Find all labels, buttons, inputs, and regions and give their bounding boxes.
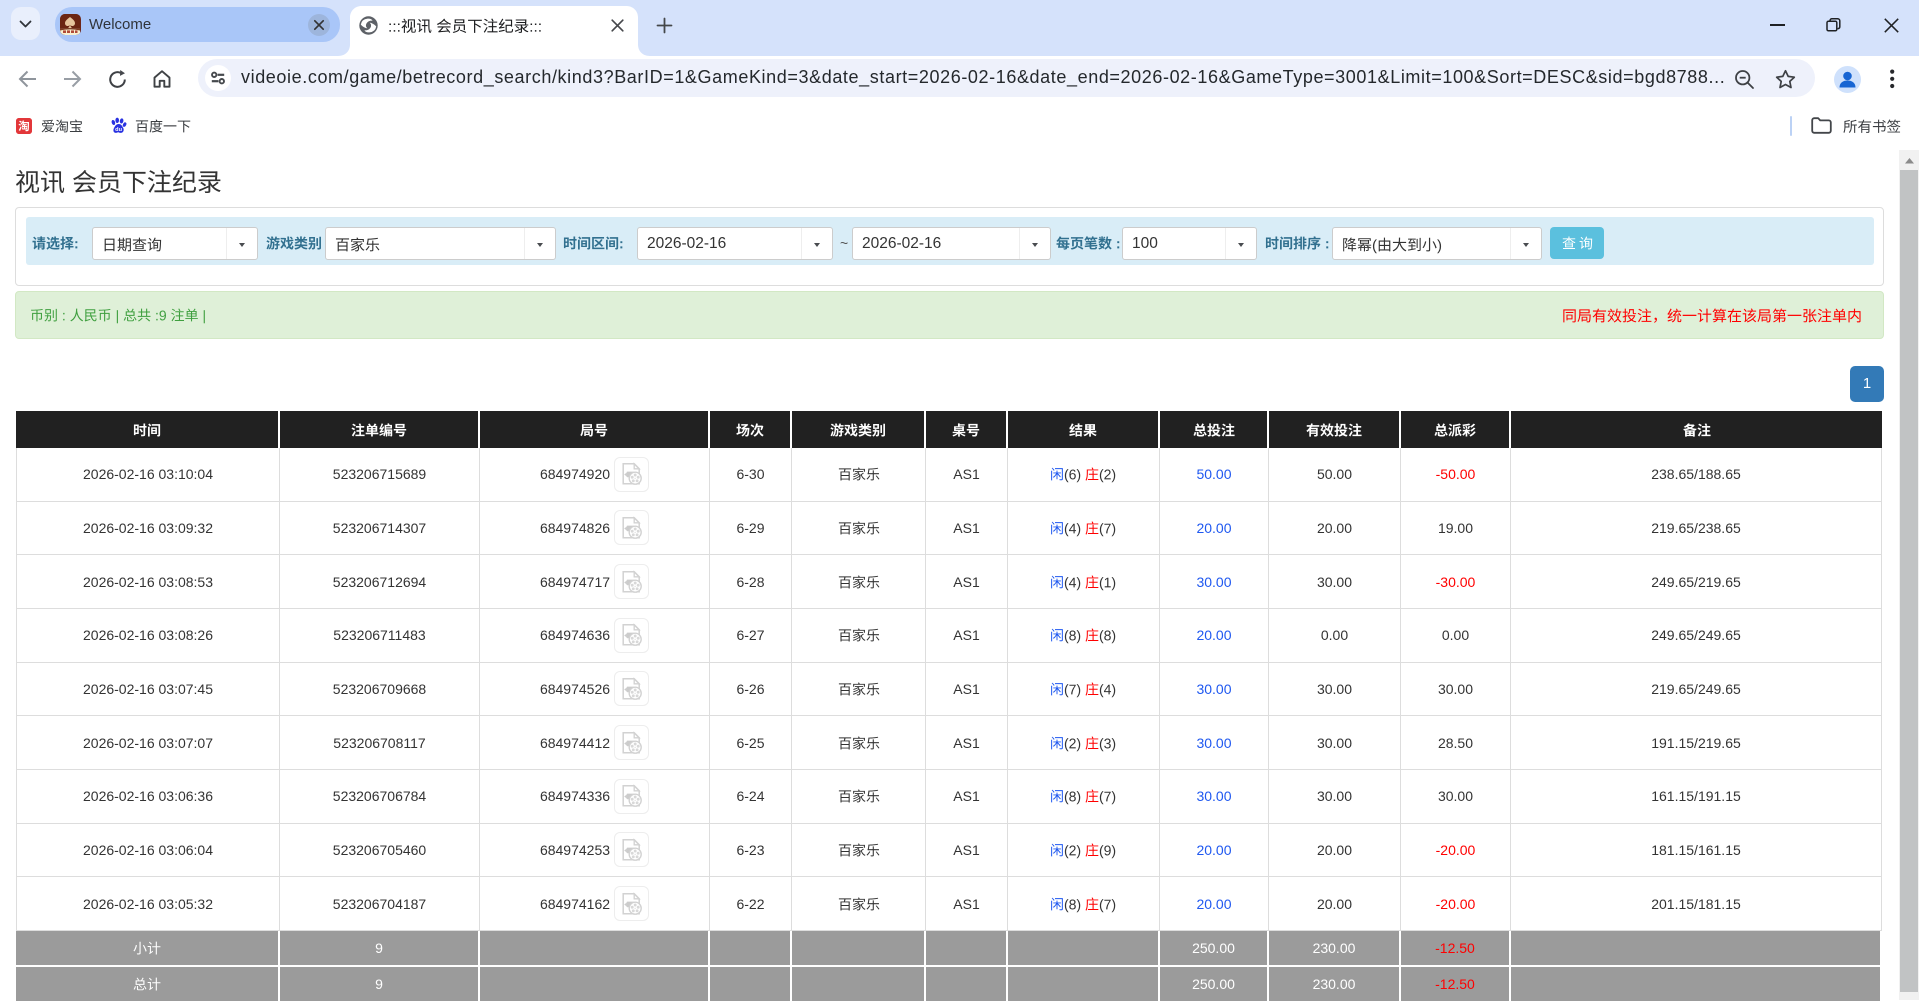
svg-text:du: du [115, 127, 122, 133]
